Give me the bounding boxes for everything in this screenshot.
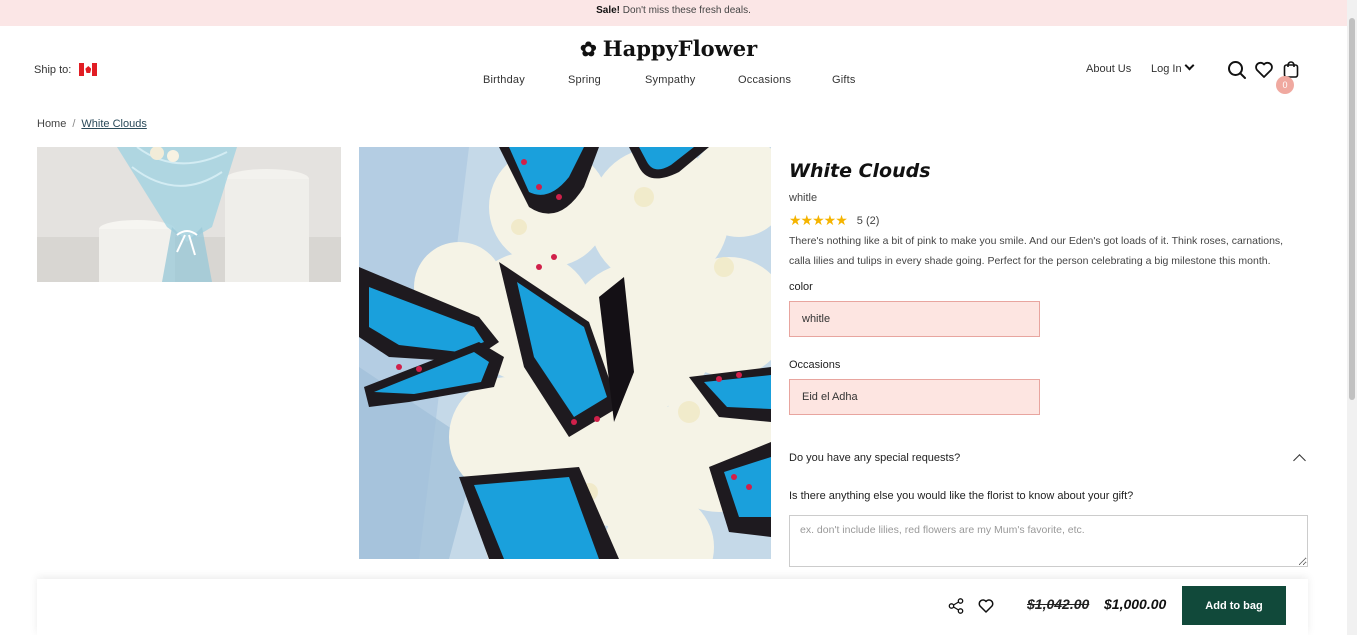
occasions-label: Occasions [789, 359, 841, 371]
add-to-bag-button[interactable]: Add to bag [1182, 586, 1286, 625]
logo-text: HappyFlower [602, 36, 758, 61]
nav-sympathy[interactable]: Sympathy [645, 74, 696, 86]
cart-count-badge: 0 [1276, 76, 1294, 94]
scrollbar-thumb[interactable] [1349, 18, 1355, 400]
scrollbar[interactable] [1347, 0, 1357, 635]
promo-text: Don't miss these fresh deals. [620, 5, 751, 16]
color-select[interactable]: whitle [789, 301, 1040, 337]
product-info: White Clouds whitle ★★★★★ 5 (2) There's … [789, 160, 1309, 415]
promo-bold: Sale! [596, 5, 621, 16]
breadcrumb-home[interactable]: Home [37, 118, 66, 130]
special-requests-question: Do you have any special requests? [789, 452, 961, 464]
login-label: Log In [1151, 63, 1182, 75]
sale-price: $1,000.00 [1104, 596, 1167, 612]
wishlist-heart-icon[interactable] [977, 597, 995, 615]
product-title: White Clouds [789, 160, 931, 182]
search-icon[interactable] [1227, 60, 1247, 80]
breadcrumb: Home / White Clouds [37, 118, 147, 130]
product-rating[interactable]: ★★★★★ 5 (2) [789, 212, 1309, 229]
promo-banner: Sale! Don't miss these fresh deals. [0, 0, 1347, 26]
nav-spring[interactable]: Spring [568, 74, 601, 86]
breadcrumb-current[interactable]: White Clouds [81, 118, 146, 130]
breadcrumb-separator: / [72, 118, 76, 130]
nav-gifts[interactable]: Gifts [832, 74, 856, 86]
occasions-select[interactable]: Eid el Adha [789, 379, 1040, 415]
star-rating-icon: ★★★★★ [789, 212, 848, 228]
flower-icon: ✿ [580, 36, 597, 61]
product-main-image[interactable] [359, 147, 771, 559]
nav-birthday[interactable]: Birthday [483, 74, 525, 86]
product-subtitle: whitle [789, 192, 818, 204]
rating-count: 5 (2) [856, 214, 880, 227]
logo[interactable]: ✿ HappyFlower [580, 36, 757, 61]
login-menu[interactable]: Log In [1151, 60, 1195, 75]
chevron-down-icon [1184, 60, 1195, 71]
main-nav: Birthday Spring Sympathy Occasions Gifts [0, 74, 1347, 90]
color-label: color [789, 281, 813, 293]
product-thumbnail[interactable] [37, 147, 341, 282]
heart-icon[interactable] [1254, 60, 1274, 80]
florist-note-input[interactable] [789, 515, 1308, 567]
original-price: $1,042.00 [1027, 596, 1090, 612]
chevron-up-icon[interactable] [1293, 454, 1306, 467]
florist-note-label: Is there anything else you would like th… [789, 490, 1134, 502]
about-us-link[interactable]: About Us [1086, 63, 1131, 75]
nav-occasions[interactable]: Occasions [738, 74, 791, 86]
sticky-purchase-bar: $1,042.00 $1,000.00 Add to bag [37, 579, 1308, 635]
share-icon[interactable] [947, 597, 965, 615]
product-description: There's nothing like a bit of pink to ma… [789, 235, 1284, 267]
